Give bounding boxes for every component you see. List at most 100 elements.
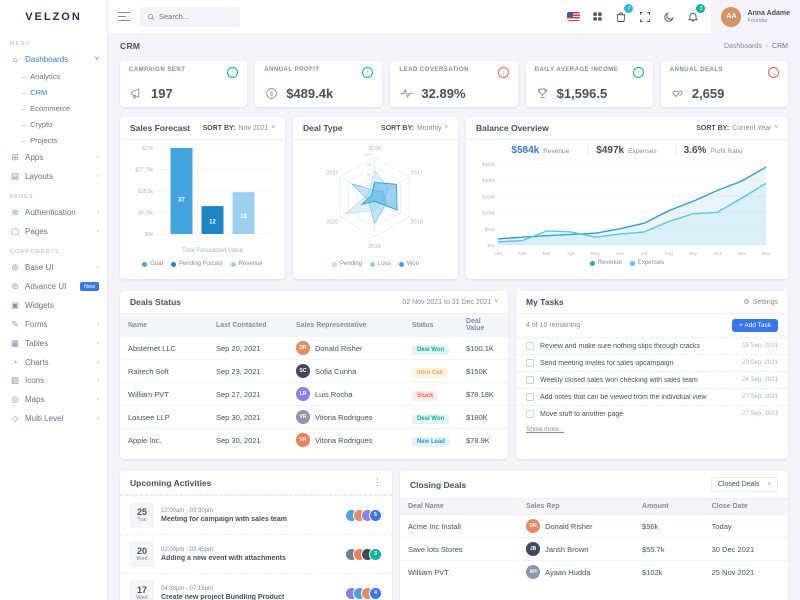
trend-up-icon: ↑ [362, 67, 373, 78]
activity-day: 25 [137, 507, 147, 517]
activity-time: 02:00pm - 03:45pm [161, 547, 338, 553]
task-checkbox[interactable] [526, 393, 534, 401]
activity-date-tile: 17Wed [130, 580, 154, 600]
home-icon: ⌂ [10, 54, 20, 64]
dark-mode-button[interactable] [657, 0, 681, 33]
advance-ui-icon: ⊜ [10, 281, 20, 292]
task-item: Weekly closed sales won checking with sa… [516, 371, 788, 388]
fullscreen-button[interactable] [633, 0, 657, 33]
hamburger-menu-icon[interactable] [118, 12, 130, 22]
svg-text:$52k: $52k [485, 227, 496, 233]
sidebar-item-layouts[interactable]: ▤ Layouts › [0, 167, 107, 186]
task-checkbox[interactable] [526, 376, 534, 384]
sidebar-item-label: Icons [25, 376, 44, 385]
activity-day: 20 [137, 546, 147, 556]
sidebar-item-advance-ui[interactable]: ⊜ Advance UI New [0, 277, 107, 296]
attendee-count-badge: 3 [369, 548, 382, 561]
filter-value: Closed Deals [718, 481, 760, 488]
closing-deals-filter-select[interactable]: Closed Deals˅ [711, 477, 778, 492]
task-checkbox[interactable] [526, 410, 534, 418]
crm-dashboard-app: VELZON MENU ⌂ Dashboards ˅ –Analytics –C… [0, 0, 800, 600]
profit-ratio: 3.6% [684, 145, 707, 156]
sidebar-item-multi-level[interactable]: ◇ Multi Level › [0, 409, 107, 428]
activity-attendees: 3 [345, 548, 382, 561]
cart-button[interactable]: 7 [609, 0, 633, 33]
add-task-button[interactable]: + Add Task [732, 319, 778, 332]
task-text: Weekly closed sales won checking with sa… [540, 377, 736, 384]
sales-forecast-sort-dropdown[interactable]: SORT BY:Nov 2021˅ [203, 125, 275, 132]
sidebar-item-pages[interactable]: ▢ Pages › [0, 222, 107, 241]
sidebar-item-analytics[interactable]: –Analytics [0, 68, 107, 84]
sidebar-item-projects[interactable]: –Projects [0, 132, 107, 148]
balance-overview-sort-dropdown[interactable]: SORT BY:Current Year˅ [696, 125, 778, 132]
sidebar-item-dashboards[interactable]: ⌂ Dashboards ˅ [0, 50, 107, 68]
closing-deal-date: Today [704, 515, 788, 538]
velzon-logo[interactable]: VELZON [0, 0, 107, 33]
sort-by-label: SORT BY: [203, 125, 236, 132]
sidebar-item-label: Apps [25, 153, 43, 162]
sort-by-label: SORT BY: [381, 125, 414, 132]
sidebar-item-widgets[interactable]: ▣ Widgets [0, 296, 107, 315]
task-checkbox[interactable] [526, 359, 534, 367]
deals-date-range-dropdown[interactable]: 02 Nov 2021 to 31 Dec 2021˅ [402, 299, 498, 306]
deal-last-contacted: Sep 30, 2021 [208, 429, 288, 452]
chevron-right-icon: › [97, 154, 99, 161]
search-icon [147, 13, 155, 21]
user-menu[interactable]: AA Anna Adame Founder [711, 0, 800, 33]
settings-label: Settings [753, 299, 778, 306]
search-input[interactable] [159, 12, 229, 21]
task-text: Review and make sure nothing slips throu… [540, 343, 736, 350]
sidebar-item-label: Layouts [25, 172, 53, 181]
tasks-settings-button[interactable]: ⚙ Settings [743, 298, 778, 306]
notifications-button[interactable]: 3 [681, 0, 705, 33]
svg-text:37: 37 [178, 197, 185, 203]
sidebar-item-ecommerce[interactable]: –Ecommerce [0, 100, 107, 116]
deal-type-sort-dropdown[interactable]: SORT BY:Monthly˅ [381, 125, 448, 132]
sidebar-item-apps[interactable]: ⊞ Apps › [0, 148, 107, 167]
sidebar-item-base-ui[interactable]: ⊚ Base UI › [0, 258, 107, 277]
apps-grid-icon: ⊞ [10, 152, 20, 163]
activity-time: 04:30pm - 07:15pm [161, 586, 338, 592]
language-flag-button[interactable] [561, 0, 585, 33]
deals-status-card: Deals Status 02 Nov 2021 to 31 Dec 2021˅… [120, 291, 508, 459]
table-row: Acme Inc Install DRDonald Risher $96k To… [400, 515, 788, 538]
dash-bullet: – [22, 120, 26, 129]
card-title: Upcoming Activities [130, 478, 211, 488]
sidebar-item-label: Multi Level [25, 414, 63, 423]
activity-weekday: Wed [136, 595, 147, 600]
svg-text:$27.75k: $27.75k [135, 168, 153, 174]
sidebar-item-authentication[interactable]: ⊛ Authentication › [0, 203, 107, 222]
sidebar-item-maps[interactable]: ◎ Maps › [0, 390, 107, 409]
gear-icon: ⚙ [743, 298, 749, 306]
task-checkbox[interactable] [526, 342, 534, 350]
chevron-right-icon: › [97, 396, 99, 403]
breadcrumb-parent[interactable]: Dashboards [724, 43, 762, 50]
sidebar-item-tables[interactable]: ▦ Tables › [0, 334, 107, 353]
main-area: 7 3 AA Anna Adame Founder [108, 0, 800, 600]
sidebar-item-label: Advance UI [25, 282, 66, 291]
stats-row: CAMPAIGN SENT ↑ 197 ANNUAL PROFIT ↑ $ [120, 61, 788, 107]
sidebar-item-forms[interactable]: ✎ Forms › [0, 315, 107, 334]
sidebar-item-label: Charts [25, 358, 49, 367]
svg-text:Aug: Aug [664, 251, 673, 257]
closing-deals-table: Deal Name Sales Rep Amount Close Date Ac… [400, 499, 788, 583]
deal-value: $78.18K [458, 383, 508, 406]
sidebar-item-icons[interactable]: ▧ Icons › [0, 371, 107, 390]
base-ui-icon: ⊚ [10, 262, 20, 273]
rep-avatar: VR [296, 433, 310, 447]
sidebar-item-charts[interactable]: ◔ Charts › [0, 353, 107, 371]
task-text: Add notes that can be viewed from the in… [540, 394, 736, 401]
sidebar-item-crm[interactable]: –CRM [0, 84, 107, 100]
card-title: Closing Deals [410, 480, 466, 490]
svg-text:$37k: $37k [142, 146, 153, 152]
rep-avatar: LR [296, 387, 310, 401]
sidebar-item-crypto[interactable]: –Crypto [0, 116, 107, 132]
sort-by-label: SORT BY: [696, 125, 729, 132]
topbar-actions: 7 3 AA Anna Adame Founder [561, 0, 800, 33]
show-more-link[interactable]: Show more... [516, 422, 574, 433]
rep-avatar: JB [526, 542, 540, 556]
web-apps-button[interactable] [585, 0, 609, 33]
kebab-menu-icon[interactable]: ⋮ [373, 477, 382, 488]
trophy-icon [535, 86, 550, 101]
sidebar-item-label: Tables [25, 339, 48, 348]
